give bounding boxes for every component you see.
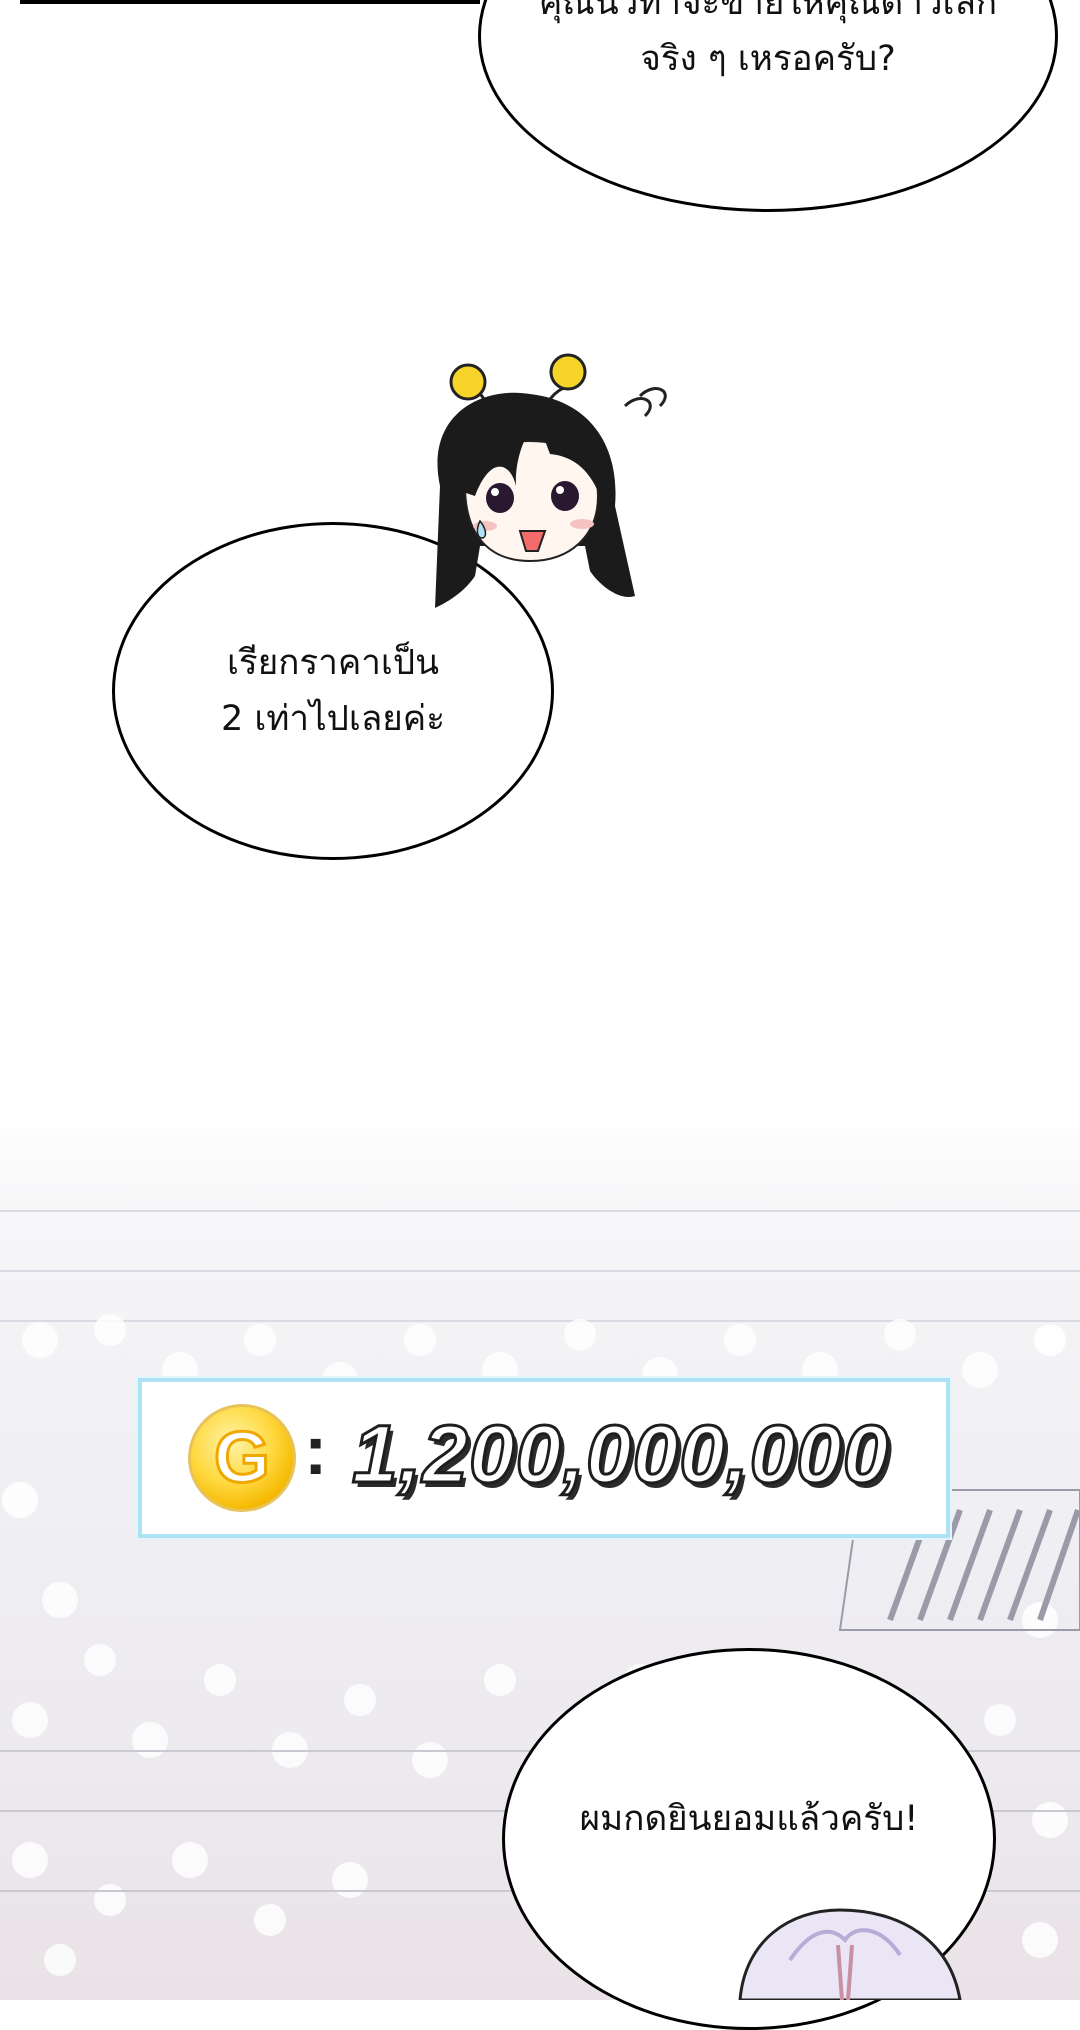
bubble-top-line-2: จริง ๆ เหรอครับ? bbox=[640, 39, 896, 79]
chibi-character-illustration bbox=[435, 353, 667, 608]
silver-haired-character-illustration bbox=[738, 1908, 962, 2000]
bubble-middle-line-1: เรียกราคาเป็น bbox=[226, 643, 440, 683]
bubble-top-line-1: คุณนัวทำจะขายให้คุณดำวเลิก bbox=[538, 0, 998, 23]
price-amount: 1,200,000,000 bbox=[350, 1408, 890, 1502]
currency-symbol: G bbox=[212, 1418, 271, 1498]
price-panel: G : 1,200,000,000 bbox=[138, 1378, 950, 1538]
bubble-middle-line-2: 2 เท่าไปเลยค่ะ bbox=[220, 699, 446, 739]
bubble-bottom-line-1: ผมกดยินยอมแล้วครับ! bbox=[579, 1799, 919, 1839]
speech-bubble-top: คุณนัวทำจะขายให้คุณดำวเลิก จริง ๆ เหรอคร… bbox=[478, 0, 1058, 212]
shelf-line bbox=[0, 1270, 1080, 1272]
price-separator: : bbox=[304, 1411, 328, 1489]
panel-border bbox=[20, 0, 480, 4]
shelf-line bbox=[0, 1210, 1080, 1212]
gold-coin-icon: G bbox=[188, 1404, 296, 1512]
